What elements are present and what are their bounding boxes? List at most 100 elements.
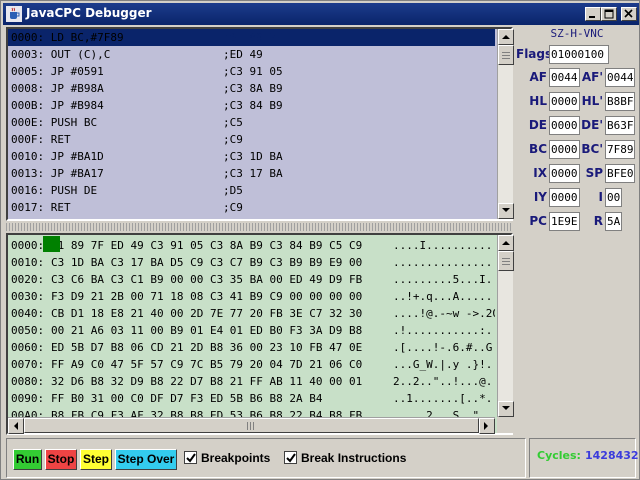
memory-ascii: .........5...I.. <box>393 273 495 286</box>
control-bar: Run Stop Step Step Over Breakpoints Brea… <box>4 438 639 478</box>
maximize-button[interactable] <box>601 7 617 21</box>
opcode-bytes: ;C3 84 B9 <box>223 99 283 112</box>
memory-bytes: B8 FB C9 F3 AF 32 B8 B8 ED 53 B6 B8 22 B… <box>51 409 363 417</box>
memory-bytes: ED 5B D7 B8 06 CD 21 2D B8 36 00 23 10 F… <box>51 341 363 354</box>
memory-ascii: ...G_W.|.y .}!.. <box>393 358 495 371</box>
instruction-text: 000F: RET <box>11 133 71 146</box>
memory-bytes: C3 1D BA C3 17 BA D5 C9 C3 C7 B9 C3 B9 B… <box>51 256 363 269</box>
disassembly-row[interactable]: 0017: RET ;C9 <box>8 199 495 216</box>
register-i-field[interactable]: 00 <box>605 188 622 207</box>
opcode-bytes: ;C3 1D BA <box>223 150 283 163</box>
minimize-icon <box>589 16 595 18</box>
stop-button[interactable]: Stop <box>45 449 77 470</box>
register-label: BC' <box>581 142 603 156</box>
arrow-down-icon <box>502 406 510 410</box>
register-de-alt-field[interactable]: B63F <box>605 116 635 135</box>
memory-address: 0020: <box>11 273 45 286</box>
memory-ascii: .....2...S..".. <box>393 409 493 417</box>
register-label: DE' <box>581 118 603 132</box>
instruction-text: 0013: JP #BA17 <box>11 167 104 180</box>
breakpoints-checkbox[interactable] <box>184 451 197 464</box>
disassembly-list[interactable]: 0000: LD BC,#7F89 ;01 89 7F 0003: OUT (C),… <box>8 29 495 219</box>
register-label: DE <box>528 118 547 132</box>
memory-address: 0070: <box>11 358 45 371</box>
break-instructions-checkbox[interactable] <box>284 451 297 464</box>
memory-address: 0080: <box>11 375 45 388</box>
disassembly-vscrollbar[interactable] <box>497 29 514 219</box>
memory-vscrollbar[interactable] <box>497 235 514 417</box>
opcode-bytes: ;C3 37 BA <box>223 216 283 219</box>
scroll-left-button[interactable] <box>8 418 24 434</box>
checkmark-icon <box>186 453 196 463</box>
cycles-value: 1428432 <box>585 449 639 462</box>
cycles-group: Cycles: 1428432 <box>529 438 639 478</box>
disassembly-row[interactable]: 000B: JP #B984 ;C3 84 B9 <box>8 97 495 114</box>
scroll-thumb[interactable] <box>498 251 514 271</box>
memory-hscrollbar[interactable] <box>8 417 495 434</box>
register-sp-field[interactable]: BFE0 <box>605 164 635 183</box>
disassembly-row[interactable]: 0018: JP #BA37 ;C3 37 BA <box>8 216 495 219</box>
breakpoints-label[interactable]: Breakpoints <box>201 451 270 465</box>
disassembly-row[interactable]: 0003: OUT (C),C ;ED 49 <box>8 46 495 63</box>
register-label: HL' <box>581 94 603 108</box>
control-group: Run Stop Step Step Over Breakpoints Brea… <box>6 438 526 478</box>
minimize-button[interactable] <box>585 7 601 21</box>
close-button[interactable] <box>621 7 637 21</box>
memory-bytes: CB D1 18 E8 21 40 00 2D 7E 77 20 FB 3E C… <box>51 307 363 320</box>
memory-bytes: FF A9 C0 47 5F 57 C9 7C B5 79 20 04 7D 2… <box>51 358 363 371</box>
opcode-bytes: ;C5 <box>223 116 243 129</box>
scroll-up-button[interactable] <box>498 29 514 45</box>
scroll-down-button[interactable] <box>498 401 514 417</box>
run-button[interactable]: Run <box>13 449 42 470</box>
disassembly-row[interactable]: 0000: LD BC,#7F89 ;01 89 7F <box>8 29 495 46</box>
instruction-text: 0018: JP #BA37 <box>11 216 104 219</box>
memory-bytes: C3 C6 BA C3 C1 B9 00 00 C3 35 BA 00 ED 4… <box>51 273 363 286</box>
instruction-text: 0008: JP #B98A <box>11 82 104 95</box>
close-icon <box>624 9 633 18</box>
step-over-button[interactable]: Step Over <box>115 449 177 470</box>
disassembly-row[interactable]: 0016: PUSH DE ;D5 <box>8 182 495 199</box>
disassembly-row[interactable]: 000E: PUSH BC ;C5 <box>8 114 495 131</box>
scroll-right-button[interactable] <box>479 418 495 434</box>
checkmark-icon <box>286 453 296 463</box>
opcode-bytes: ;C3 91 05 <box>223 65 283 78</box>
register-af-alt-field[interactable]: 0044 <box>605 68 635 87</box>
instruction-text: 000E: PUSH BC <box>11 116 98 129</box>
opcode-bytes: ;C3 8A B9 <box>223 82 283 95</box>
register-bc-alt-field[interactable]: 7F89 <box>605 140 635 159</box>
arrow-left-icon <box>14 422 18 430</box>
disassembly-row[interactable]: 0010: JP #BA1D ;C3 1D BA <box>8 148 495 165</box>
memory-bytes: FF B0 31 00 C0 DF D7 F3 ED 5B B6 B8 2A B… <box>51 392 323 405</box>
disassembly-row[interactable]: 0013: JP #BA17 ;C3 17 BA <box>8 165 495 182</box>
memory-dump[interactable]: 0000: 01 89 7F ED 49 C3 91 05 C3 8A B9 C3… <box>8 235 495 417</box>
title-bar[interactable]: JavaCPC Debugger <box>3 3 639 25</box>
register-hl-alt-field[interactable]: B8BF <box>605 92 635 111</box>
scroll-up-button[interactable] <box>498 235 514 251</box>
step-button[interactable]: Step <box>80 449 112 470</box>
split-divider[interactable] <box>6 223 513 231</box>
hscroll-thumb[interactable] <box>24 418 479 433</box>
register-label: BC <box>529 142 547 156</box>
scroll-thumb[interactable] <box>498 45 514 65</box>
memory-address: 0060: <box>11 341 45 354</box>
window-title: JavaCPC Debugger <box>26 6 152 20</box>
disassembly-row[interactable]: 000F: RET ;C9 <box>8 131 495 148</box>
scroll-corner <box>497 417 513 433</box>
debugger-window: JavaCPC Debugger 0000: LD BC,#7F89 ;01 89… <box>0 0 640 480</box>
flags-field[interactable]: 01000100 <box>549 45 609 64</box>
memory-ascii: ....I........... <box>393 239 495 252</box>
memory-ascii: ....!@.-~w ->.20 <box>393 307 495 320</box>
register-label: PC <box>529 214 547 228</box>
disassembly-row[interactable]: 0005: JP #0591 ;C3 91 05 <box>8 63 495 80</box>
memory-pane: 0000: 01 89 7F ED 49 C3 91 05 C3 8A B9 C3… <box>6 233 514 435</box>
opcode-bytes: ;D5 <box>223 184 243 197</box>
break-instructions-label[interactable]: Break Instructions <box>301 451 406 465</box>
memory-address: 00A0: <box>11 409 45 417</box>
register-r-field[interactable]: 5A <box>605 212 622 231</box>
memory-address: 0090: <box>11 392 45 405</box>
memory-ascii: ..!+.q...A...... <box>393 290 495 303</box>
scroll-down-button[interactable] <box>498 203 514 219</box>
memory-ascii: .[....!-.6.#..G. <box>393 341 495 354</box>
disassembly-row[interactable]: 0008: JP #B98A ;C3 8A B9 <box>8 80 495 97</box>
opcode-bytes: ;01 89 7F <box>223 31 283 44</box>
